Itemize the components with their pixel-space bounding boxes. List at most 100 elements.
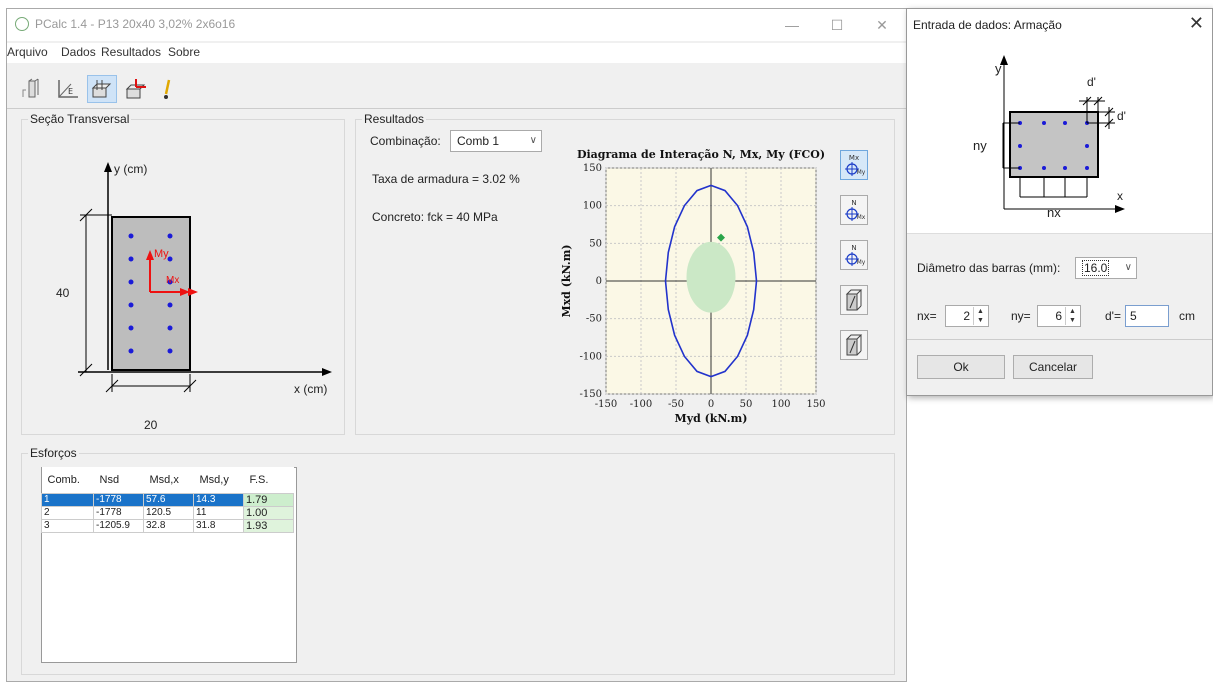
minimize-button[interactable]: — [777, 15, 807, 35]
dlg-y-label: y [995, 61, 1002, 76]
concreto-text: Concreto: fck = 40 MPa [372, 210, 498, 224]
window-title: PCalc 1.4 - P13 20x40 3,02% 2x6o16 [35, 17, 236, 31]
header-msdx[interactable]: Msd,x [143, 467, 194, 493]
table-row[interactable]: 1 -1778 57.6 14.3 1.79 [41, 492, 294, 507]
rebar [1042, 166, 1046, 170]
esforcos-table: Comb. Nsd Msd,x Msd,y F.S. 1 -1778 57.6 … [41, 467, 294, 533]
dialog-title-bar: Entrada de dados: Armação ✕ [907, 9, 1212, 39]
n-my-view-icon-glyph: N My [845, 244, 866, 266]
n-my-view-icon[interactable]: N My [840, 240, 868, 270]
dialog-close-button[interactable]: ✕ [1189, 13, 1204, 34]
table-row[interactable]: 2 -1778 120.5 11 1.00 [41, 505, 294, 520]
cell-nsd: -1778 [93, 505, 144, 520]
table-row[interactable]: 3 -1205.9 32.8 31.8 1.93 [41, 518, 294, 533]
secao-transversal-group: Seção Transversal y (cm) x (cm) 40 20 My… [21, 112, 345, 435]
d-input[interactable]: 5 [1125, 305, 1169, 327]
dialog-separator [907, 339, 1212, 340]
taxa-text: Taxa de armadura = 3.02 % [372, 172, 520, 186]
combinacao-value: Comb 1 [457, 134, 500, 148]
menu-resultados[interactable]: Resultados [101, 45, 161, 59]
axes-tool-icon[interactable]: E [53, 75, 83, 103]
menu-arquivo[interactable]: Arquivo [7, 45, 48, 59]
ok-button[interactable]: Ok [917, 355, 1005, 379]
n-mx-view-icon[interactable]: N Mx [840, 195, 868, 225]
rebar [128, 256, 134, 262]
menu-sobre[interactable]: Sobre [168, 45, 200, 59]
chart-title: Diagrama de Interação N, Mx, My (FCO) [577, 148, 825, 161]
rebar [128, 302, 134, 308]
header-comb[interactable]: Comb. [41, 467, 94, 493]
dlg-ny-label: ny [973, 138, 987, 153]
menu-bar: Arquivo Dados Resultados Sobre [7, 43, 906, 63]
spinner-arrows-icon[interactable]: ▲ ▼ [973, 307, 987, 325]
width-value: 20 [144, 418, 158, 432]
dlg-section [1009, 111, 1099, 178]
cell-comb: 3 [41, 518, 94, 533]
diametro-select[interactable]: 16.0 ∨ [1075, 257, 1137, 279]
x-axis-arrow [322, 368, 332, 376]
diametro-value: 16.0 [1082, 260, 1110, 276]
ny-label: ny= [1011, 309, 1031, 323]
combinacao-select[interactable]: Comb 1 ∨ [450, 130, 542, 152]
maximize-button[interactable]: ☐ [822, 15, 852, 35]
cell-msdx: 32.8 [143, 518, 194, 533]
close-button[interactable]: ✕ [867, 15, 897, 35]
spinner-arrows-icon[interactable]: ▲ ▼ [1065, 307, 1079, 325]
cell-msdy: 11 [193, 505, 244, 520]
x-axis-title: Myd (kN.m) [675, 412, 748, 425]
y-tick-label: 0 [596, 276, 602, 287]
section-3d-icon[interactable] [840, 285, 868, 315]
cm-label: cm [1179, 309, 1195, 323]
mx-label: Mx [166, 275, 180, 286]
ny-spinner[interactable]: 6 ▲ ▼ [1037, 305, 1081, 327]
header-fs[interactable]: F.S. [243, 467, 294, 493]
mx-my-view-icon[interactable]: Mx My [840, 150, 868, 180]
section-tool-icon[interactable] [17, 75, 47, 103]
rebar [1063, 166, 1067, 170]
ny-value: 6 [1055, 309, 1062, 323]
interaction-diagram: -150 -100 -50 0 50 100 150 150 100 50 0 -50 -100 -150… [560, 148, 826, 425]
rebar [1085, 144, 1089, 148]
cell-fs: 1.00 [243, 505, 294, 520]
x-tick-label: -100 [630, 399, 652, 410]
title-bar: PCalc 1.4 - P13 20x40 3,02% 2x6o16 — ☐ ✕ [7, 9, 906, 41]
header-msdy[interactable]: Msd,y [193, 467, 244, 493]
x-tick-label: -150 [595, 399, 617, 410]
chevron-down-icon: ∨ [529, 135, 537, 146]
y-axis-label: y (cm) [114, 162, 148, 176]
cell-fs: 1.93 [243, 518, 294, 533]
dlg-x-arrow [1115, 205, 1125, 213]
svg-text:E: E [68, 87, 73, 96]
dlg-d-label-side: d' [1117, 109, 1126, 123]
nx-label: nx= [917, 309, 937, 323]
run-tool-icon[interactable] [153, 75, 183, 103]
loads-tool-icon[interactable] [121, 75, 151, 103]
y-axis-arrow [104, 162, 112, 172]
armacao-dialog: Entrada de dados: Armação ✕ y x d' d' ny… [906, 8, 1213, 396]
my-label: My [154, 248, 169, 260]
d-value: 5 [1130, 309, 1137, 323]
chevron-down-icon: ∨ [1124, 262, 1132, 273]
mx-arrow-double [188, 288, 198, 296]
dlg-x-label: x [1117, 189, 1123, 203]
menu-dados[interactable]: Dados [61, 45, 96, 59]
rebar [167, 302, 173, 308]
header-nsd[interactable]: Nsd [93, 467, 144, 493]
rebar [167, 233, 173, 239]
reinforcement-tool-icon[interactable] [87, 75, 117, 103]
section-3d-alt-icon[interactable] [840, 330, 868, 360]
esforcos-title: Esforços [28, 446, 79, 460]
rebar [167, 325, 173, 331]
rebar [128, 325, 134, 331]
height-value: 40 [56, 286, 70, 300]
nx-spinner[interactable]: 2 ▲ ▼ [945, 305, 989, 327]
cell-msdy: 14.3 [193, 492, 244, 507]
x-tick-label: 0 [708, 399, 714, 410]
rebar [1018, 144, 1022, 148]
combinacao-label: Combinação: [370, 134, 441, 148]
cell-nsd: -1205.9 [93, 518, 144, 533]
cancelar-button[interactable]: Cancelar [1013, 355, 1093, 379]
resultados-title: Resultados [362, 112, 427, 126]
svg-text:N: N [851, 244, 856, 252]
safe-region [686, 241, 736, 313]
